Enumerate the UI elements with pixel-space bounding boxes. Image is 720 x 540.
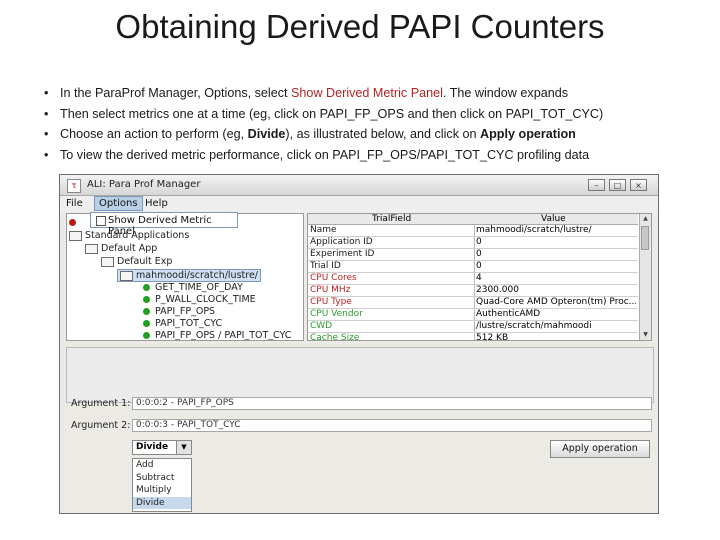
value-cell: mahmoodi/scratch/lustre/ <box>476 225 592 235</box>
operation-list: Add Subtract Multiply Divide <box>132 458 192 512</box>
folder-icon <box>120 270 133 281</box>
table-row[interactable]: CWD/lustre/scratch/mahmoodi <box>308 321 638 333</box>
window-titlebar[interactable]: τ ALI: Para Prof Manager – □ × <box>60 175 658 196</box>
bullet-list: In the ParaProf Manager, Options, select… <box>44 83 603 165</box>
trial-field-cell: Trial ID <box>310 261 341 271</box>
table-row[interactable]: Experiment ID 0 <box>308 249 638 261</box>
tree-top[interactable] <box>69 217 79 228</box>
tree-metric[interactable]: PAPI_FP_OPS / PAPI_TOT_CYC <box>143 330 291 340</box>
menu-bar: File Options Help <box>60 196 658 213</box>
value-cell: 0 <box>476 249 482 259</box>
trial-field-cell: CPU Cores <box>310 273 357 283</box>
tree-metric[interactable]: PAPI_TOT_CYC <box>143 318 222 329</box>
table-row[interactable]: CPU Vendor AuthenticAMD <box>308 309 638 321</box>
tree-metric[interactable]: PAPI_FP_OPS <box>143 306 215 317</box>
argument1-label: Argument 1: <box>71 398 131 409</box>
options-dropdown: Show Derived Metric Panel <box>90 212 238 237</box>
argument1-field[interactable]: 0:0:0:2 - PAPI_FP_OPS <box>132 397 652 410</box>
value-cell: /lustre/scratch/mahmoodi <box>476 321 592 331</box>
operation-select[interactable]: Divide ▼ <box>132 440 192 455</box>
table-row[interactable]: Name mahmoodi/scratch/lustre/ <box>308 225 638 237</box>
table-row[interactable]: Trial ID 0 <box>308 261 638 273</box>
tree-metric[interactable]: P_WALL_CLOCK_TIME <box>143 294 256 305</box>
metric-icon <box>143 332 150 339</box>
folder-icon <box>85 243 98 254</box>
column-header[interactable]: Value <box>541 214 566 224</box>
tree-exp[interactable]: Default Exp <box>101 256 172 267</box>
table-header: TrialField Value <box>308 214 638 225</box>
argument2-field[interactable]: 0:0:0:3 - PAPI_TOT_CYC <box>132 419 652 432</box>
tree-trial[interactable]: mahmoodi/scratch/lustre/ <box>117 269 261 282</box>
checkbox-icon[interactable] <box>96 216 106 226</box>
table-row[interactable]: CPU Type Quad-Core AMD Opteron(tm) Proc..… <box>308 297 638 309</box>
derived-metric-panel <box>66 347 654 403</box>
table-row[interactable]: Cache Size 512 KB <box>308 333 638 341</box>
trial-field-cell: CPU Type <box>310 297 352 307</box>
menu-file[interactable]: File <box>66 198 83 209</box>
operation-option[interactable]: Subtract <box>133 472 191 485</box>
value-cell: 512 KB <box>476 333 509 341</box>
metric-icon <box>143 296 150 303</box>
value-cell: 0 <box>476 261 482 271</box>
value-cell: Quad-Core AMD Opteron(tm) Proc... <box>476 297 636 307</box>
trial-field-cell: Experiment ID <box>310 249 375 259</box>
paraprof-window: τ ALI: Para Prof Manager – □ × File Opti… <box>59 174 659 514</box>
value-cell: AuthenticAMD <box>476 309 541 319</box>
trial-field-table: TrialField Value Name mahmoodi/scratch/lu… <box>307 213 652 341</box>
close-icon[interactable]: × <box>630 179 647 191</box>
page-title: Obtaining Derived PAPI Counters <box>115 8 605 45</box>
scroll-thumb[interactable] <box>641 226 649 250</box>
paraprof-icon: τ <box>67 179 81 193</box>
record-icon <box>69 219 76 226</box>
trial-field-cell: CPU Vendor <box>310 309 363 319</box>
folder-icon <box>101 256 114 267</box>
chevron-down-icon[interactable]: ▼ <box>176 441 191 454</box>
window-title: ALI: Para Prof Manager <box>87 179 201 190</box>
bullet-item: Then select metrics one at a time (eg, c… <box>44 104 603 125</box>
trial-field-cell: Application ID <box>310 237 373 247</box>
bullet-item: Choose an action to perform (eg, Divide)… <box>44 124 603 145</box>
tree-app[interactable]: Default App <box>85 243 157 254</box>
column-header[interactable]: TrialField <box>372 214 411 224</box>
scroll-down-icon[interactable]: ▼ <box>640 330 651 340</box>
operation-option[interactable]: Add <box>133 459 191 472</box>
tree-metric[interactable]: GET_TIME_OF_DAY <box>143 282 243 293</box>
value-cell: 2300.000 <box>476 285 519 295</box>
operation-option[interactable]: Multiply <box>133 484 191 497</box>
metric-icon <box>143 308 150 315</box>
argument2-label: Argument 2: <box>71 420 131 431</box>
table-row[interactable]: CPU MHz 2300.000 <box>308 285 638 297</box>
metric-icon <box>143 284 150 291</box>
menu-options[interactable]: Options <box>94 196 143 211</box>
maximize-icon[interactable]: □ <box>609 179 626 191</box>
apply-operation-button[interactable]: Apply operation <box>550 440 650 458</box>
value-cell: 0 <box>476 237 482 247</box>
table-scrollbar[interactable]: ▲ ▼ <box>639 214 651 340</box>
trial-field-cell: CPU MHz <box>310 285 351 295</box>
operation-option[interactable]: Divide <box>133 496 191 509</box>
menu-help[interactable]: Help <box>145 198 168 209</box>
table-row[interactable]: Application ID 0 <box>308 237 638 249</box>
value-cell: 4 <box>476 273 482 283</box>
folder-icon <box>69 230 82 241</box>
metric-icon <box>143 320 150 327</box>
bullet-item: In the ParaProf Manager, Options, select… <box>44 83 603 104</box>
trial-field-cell: Cache Size <box>310 333 360 341</box>
trial-field-cell: Name <box>310 225 337 235</box>
minimize-icon[interactable]: – <box>588 179 605 191</box>
highlight-text: Show Derived Metric Panel <box>291 86 443 100</box>
show-derived-metric-panel-item[interactable]: Show Derived Metric Panel <box>108 215 237 237</box>
trial-field-cell: CWD <box>310 321 333 331</box>
bullet-item: To view the derived metric performance, … <box>44 145 603 166</box>
scroll-up-icon[interactable]: ▲ <box>640 214 651 224</box>
table-row[interactable]: CPU Cores 4 <box>308 273 638 285</box>
